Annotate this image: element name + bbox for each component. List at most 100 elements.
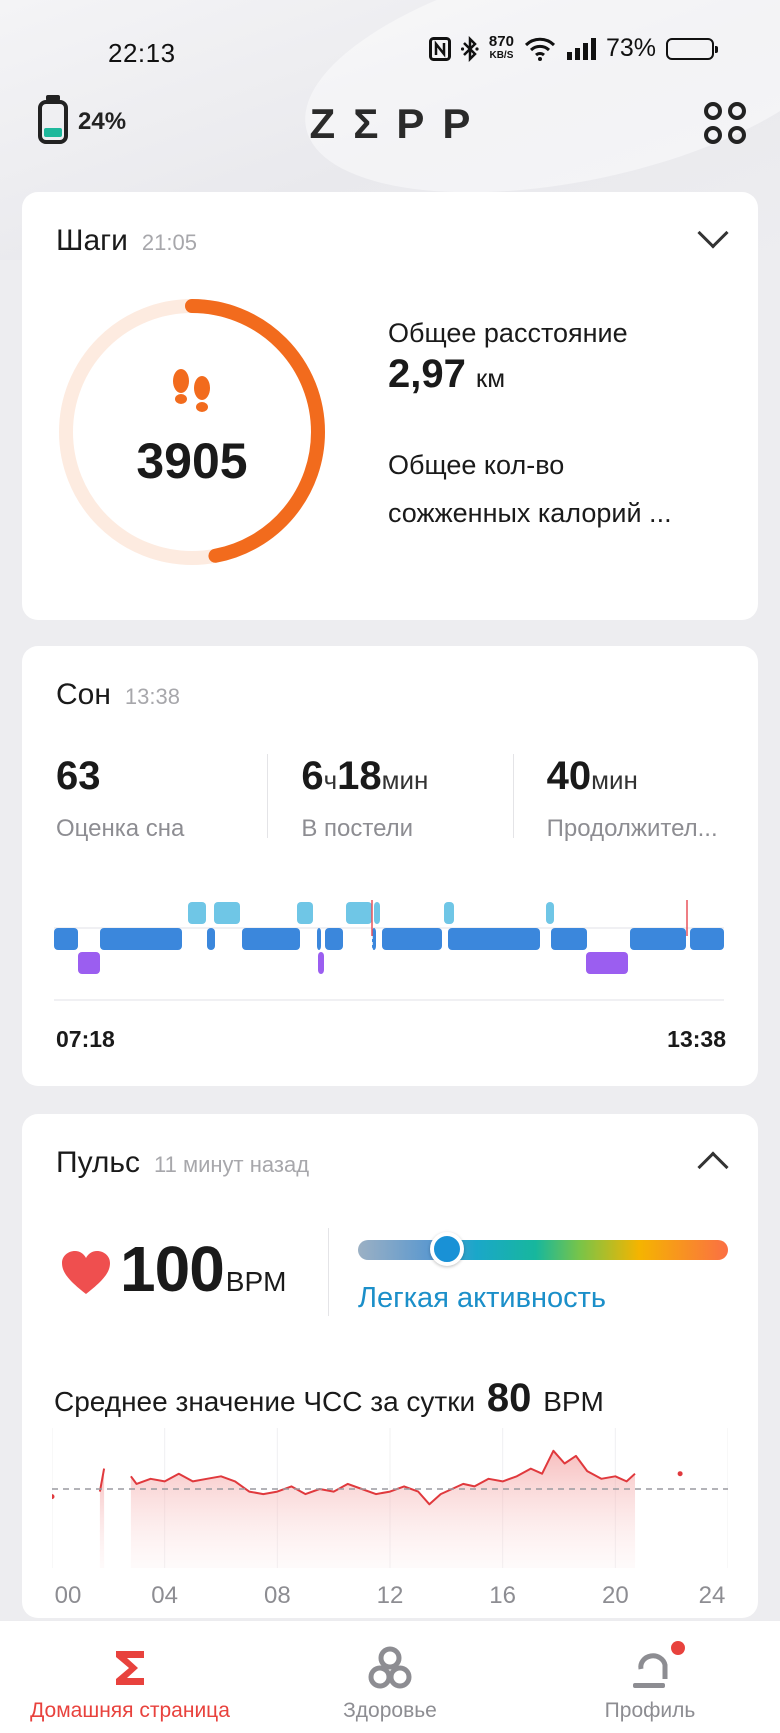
distance-value-row: 2,97 км — [388, 352, 672, 397]
nav-home-label: Домашняя страница — [30, 1699, 230, 1722]
wifi-icon — [524, 37, 556, 61]
duration-value: 40мин — [547, 754, 758, 799]
sleep-title: Сон — [56, 678, 111, 711]
hr-x-tick-label: 12 — [376, 1582, 404, 1609]
steps-updated-time: 21:05 — [141, 230, 197, 255]
sleep-stage-deep — [586, 952, 628, 974]
sleep-stage-awake — [546, 902, 554, 924]
time-in-bed-hours-unit: ч — [323, 765, 338, 795]
battery-icon — [666, 37, 718, 60]
battery-percent: 73% — [605, 34, 656, 62]
steps-stats: Общее расстояние 2,97 км Общее кол-во сож… — [388, 316, 672, 537]
sleep-stage-light — [690, 928, 724, 950]
steps-count: 3905 — [136, 433, 248, 489]
daily-average-unit: BPM — [543, 1386, 604, 1417]
notification-dot — [671, 1641, 685, 1655]
signal-icon — [566, 37, 596, 60]
nfc-icon — [428, 36, 451, 61]
sleep-stage-awake — [297, 902, 313, 924]
heart-rate-title: Пульс — [56, 1146, 141, 1179]
chevron-up-icon[interactable] — [697, 1151, 729, 1183]
hr-area — [130, 1450, 636, 1568]
footsteps-icon — [173, 369, 210, 412]
sleep-stage-light — [448, 928, 540, 950]
heart-rate-zone-label: Легкая активность — [358, 1282, 607, 1314]
sleep-stage-light — [207, 928, 215, 950]
sleep-stage-light — [551, 928, 587, 950]
calories-label-line2: сожженных калорий ... — [388, 498, 672, 528]
current-bpm-unit: BPM — [225, 1266, 287, 1297]
duration-unit: мин — [591, 765, 638, 795]
zepp-sigma-icon — [113, 1645, 147, 1691]
hr-point — [677, 1471, 683, 1477]
sleep-stage-awake — [188, 902, 206, 924]
calories-label-line1: Общее кол-во — [388, 450, 565, 480]
time-in-bed-metric: 6ч18мин В постели — [267, 754, 512, 854]
nav-health-label: Здоровье — [343, 1699, 437, 1722]
zepp-logo: ZΣPP — [309, 100, 489, 147]
time-in-bed-label: В постели — [301, 815, 414, 842]
divider — [328, 1228, 329, 1316]
status-icons: 870 KB/S 73% — [428, 34, 718, 63]
hr-x-tick-label: 24 — [698, 1582, 726, 1609]
distance-label: Общее расстояние — [388, 318, 628, 348]
network-speed-unit: KB/S — [489, 49, 514, 61]
zone-indicator — [429, 1232, 464, 1266]
duration-label: Продолжител... — [546, 815, 718, 842]
chevron-down-icon[interactable] — [697, 217, 729, 249]
heart-icon — [62, 1251, 110, 1294]
daily-average-value: 80 — [486, 1376, 532, 1420]
hr-x-tick-label: 08 — [263, 1582, 291, 1609]
sleep-stage-deep — [318, 952, 324, 974]
hr-x-tick-label: 04 — [151, 1582, 179, 1609]
apps-grid-icon[interactable] — [704, 102, 746, 144]
sleep-end-time: 13:38 — [667, 1026, 726, 1052]
hr-x-tick-label: 20 — [601, 1582, 629, 1609]
time-in-bed-hours: 6 — [301, 754, 324, 798]
sleep-stage-light — [242, 928, 300, 950]
heart-rate-title-row: Пульс 11 минут назад — [56, 1146, 309, 1180]
sleep-time-range: 07:18 13:38 — [56, 1026, 726, 1053]
sleep-stage-light — [325, 928, 343, 950]
heart-rate-zone-bar — [358, 1240, 728, 1260]
sleep-stage-light — [54, 928, 78, 950]
profile-icon — [627, 1641, 685, 1691]
bottom-navigation: Домашняя страница Здоровье Профиль — [0, 1620, 780, 1733]
hr-x-tick-label: 00 — [54, 1582, 82, 1609]
sleep-card[interactable]: Сон 13:38 63 Оценка сна 6ч18мин В постели… — [22, 646, 758, 1086]
device-status[interactable]: 24% — [38, 95, 126, 144]
watch-icon — [38, 95, 68, 144]
sleep-score-value: 63 — [56, 754, 101, 798]
health-icon — [367, 1645, 413, 1691]
sleep-score-label: Оценка сна — [56, 815, 185, 842]
sleep-stage-light — [317, 928, 321, 950]
clock: 22:13 — [108, 38, 176, 68]
sleep-stage-light — [382, 928, 442, 950]
sleep-start-time: 07:18 — [56, 1026, 115, 1052]
app-header: 24% ZΣPP — [0, 92, 780, 156]
heart-rate-card[interactable]: Пульс 11 минут назад 100BPM Легкая активн… — [22, 1114, 758, 1618]
bluetooth-icon — [460, 35, 479, 62]
nav-profile[interactable]: Профиль — [560, 1621, 740, 1733]
time-in-bed-minutes-unit: мин — [381, 765, 429, 795]
time-in-bed-minutes: 18 — [337, 754, 382, 798]
duration-number: 40 — [546, 754, 592, 798]
nav-health[interactable]: Здоровье — [290, 1621, 490, 1733]
status-bar: 22:13 870 KB/S 73% — [0, 0, 780, 100]
steps-card[interactable]: Шаги 21:05 3905 Общее расстояние 2,97 км О… — [22, 192, 758, 620]
daily-average-hr: Среднее значение ЧСС за сутки 80 BPM — [54, 1376, 604, 1421]
time-in-bed-value: 6ч18мин — [301, 754, 512, 799]
heart-rate-updated-time: 11 минут назад — [154, 1152, 310, 1177]
hr-x-tick-label: 16 — [489, 1582, 517, 1609]
sleep-metrics: 63 Оценка сна 6ч18мин В постели 40мин Пр… — [22, 754, 758, 854]
calories-label: Общее кол-во сожженных калорий ... — [388, 441, 672, 537]
sleep-stage-light — [630, 928, 686, 950]
steps-title-row: Шаги 21:05 — [56, 224, 197, 258]
nav-home[interactable]: Домашняя страница — [16, 1621, 244, 1733]
daily-average-label: Среднее значение ЧСС за сутки — [54, 1386, 476, 1417]
sleep-stages-chart — [54, 900, 724, 1001]
current-bpm: 100BPM — [120, 1232, 286, 1306]
hr-point — [52, 1494, 55, 1500]
sleep-stage-deep — [78, 952, 100, 974]
heart-rate-x-axis: 00 04 08 12 16 20 24 — [22, 1582, 758, 1612]
